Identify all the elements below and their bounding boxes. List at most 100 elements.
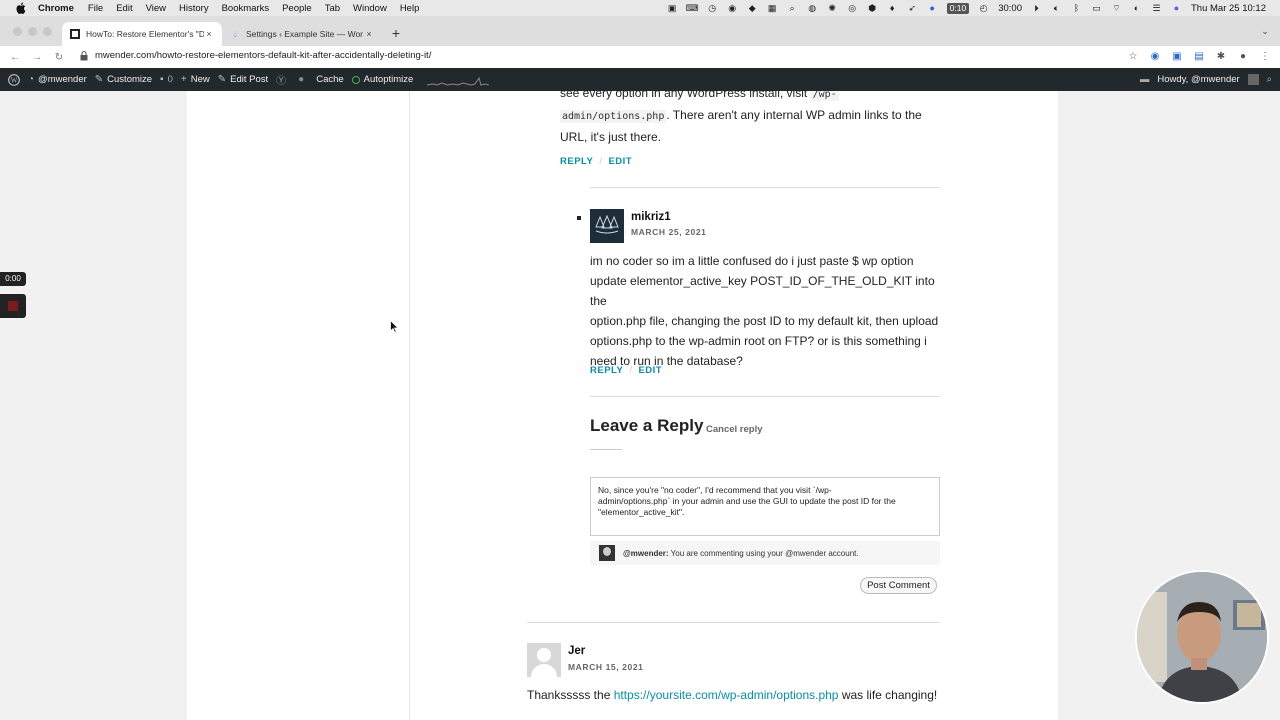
wp-edit-post[interactable]: ✎ Edit Post xyxy=(218,74,268,85)
recording-badge[interactable]: 0:10 xyxy=(946,2,970,14)
webcam-overlay xyxy=(1135,570,1269,704)
tab-close-icon[interactable]: × xyxy=(204,29,214,39)
seo-status-dot-icon[interactable]: ● xyxy=(298,74,308,85)
back-icon[interactable]: ← xyxy=(8,50,22,64)
comment-author[interactable]: mikriz1 xyxy=(631,211,671,223)
comment-date[interactable]: MARCH 25, 2021 xyxy=(631,227,706,237)
menu-people[interactable]: People xyxy=(282,3,312,14)
doc-ext-icon[interactable]: ▤ xyxy=(1192,49,1206,63)
puzzle-extensions-icon[interactable]: ✱ xyxy=(1214,49,1228,63)
menu-app-chrome[interactable]: Chrome xyxy=(38,3,74,14)
menu-tab[interactable]: Tab xyxy=(325,3,340,14)
menu-file[interactable]: File xyxy=(88,3,103,14)
comment-date[interactable]: MARCH 15, 2021 xyxy=(568,662,643,672)
box-icon[interactable]: ⬢ xyxy=(867,3,878,13)
app-blue-icon[interactable]: ● xyxy=(927,3,938,13)
battery-icon[interactable]: ▭ xyxy=(1091,3,1102,13)
wp-site-name[interactable]: ◔ @mwender xyxy=(28,74,87,85)
time-machine-icon[interactable]: ◷ xyxy=(707,3,718,13)
recorder-stop-button[interactable] xyxy=(0,294,26,318)
menu-history[interactable]: History xyxy=(179,3,209,14)
menu-bar-tray: ▣ ⌨ ◷ ◉ ◆ ▦ ⌕ ◍ ✺ ◎ ⬢ ♦ ➶ ● 0:10 ◴ 30:00… xyxy=(667,0,1266,16)
play-icon[interactable]: ⏵ xyxy=(1031,3,1042,13)
pencil-icon: ✎ xyxy=(217,74,227,85)
search-icon[interactable]: ⌕ xyxy=(1267,74,1272,85)
post-comment-button[interactable]: Post Comment xyxy=(860,577,937,594)
wp-admin-bar: W ◔ @mwender ✎ Customize ▪ 0 + New ✎ Edi… xyxy=(0,68,1280,91)
apple-icon[interactable] xyxy=(14,2,28,14)
menu-bookmarks[interactable]: Bookmarks xyxy=(222,3,270,14)
site-favicon-icon xyxy=(70,29,80,39)
tree-logo-icon xyxy=(595,215,619,234)
grid-icon[interactable]: ▦ xyxy=(767,3,778,13)
dropbox-icon[interactable]: ◆ xyxy=(747,3,758,13)
address-bar-url[interactable]: mwender.com/howto-restore-elementors-def… xyxy=(95,50,431,61)
wp-cache[interactable]: Cache xyxy=(316,74,343,85)
menu-edit[interactable]: Edit xyxy=(116,3,132,14)
drop-icon[interactable]: ♦ xyxy=(887,3,898,13)
wp-autoptimize[interactable]: Autoptimize xyxy=(351,74,413,85)
comment-author[interactable]: Jer xyxy=(568,645,585,657)
lock-icon[interactable] xyxy=(80,51,88,63)
plus-icon: + xyxy=(180,74,187,85)
tab-title: Settings ‹ Example Site — Wor xyxy=(246,29,363,39)
stats-sparkline-icon[interactable] xyxy=(427,74,490,86)
reload-icon[interactable]: ↻ xyxy=(52,50,66,64)
tab-settings[interactable]: 💧︎ Settings ‹ Example Site — Wor × xyxy=(222,22,382,46)
wp-comments[interactable]: ▪ 0 xyxy=(160,74,173,85)
profile-avatar-icon[interactable]: ● xyxy=(1236,49,1250,63)
bluetooth-icon[interactable]: ᛒ xyxy=(1071,3,1082,13)
timer-icon[interactable]: ◴ xyxy=(978,3,989,13)
onepassword-icon[interactable]: ◎ xyxy=(847,3,858,13)
menu-help[interactable]: Help xyxy=(400,3,420,14)
window-minimize-button[interactable] xyxy=(28,27,37,36)
chrome-menu-icon[interactable]: ⋮ xyxy=(1258,49,1272,63)
yoast-icon[interactable]: Ⓨ xyxy=(276,72,290,87)
notes-icon[interactable]: ▣ xyxy=(667,3,678,13)
notifications-icon[interactable]: ▬ xyxy=(1140,74,1150,85)
stop-icon xyxy=(8,301,18,311)
comment-textarea[interactable]: No, since you're "no coder", I'd recomme… xyxy=(590,477,940,536)
chat-ext-icon[interactable]: ▣ xyxy=(1170,49,1184,63)
timer-text[interactable]: 30:00 xyxy=(998,3,1022,14)
user-icon[interactable]: ◐ xyxy=(1131,3,1142,13)
menu-window[interactable]: Window xyxy=(353,3,387,14)
commenter-avatar[interactable] xyxy=(590,209,624,243)
new-tab-button[interactable]: + xyxy=(389,26,403,40)
siri-icon[interactable]: ● xyxy=(1171,3,1182,13)
window-close-button[interactable] xyxy=(13,27,22,36)
gear-icon[interactable]: ✺ xyxy=(827,3,838,13)
wp-customize[interactable]: ✎ Customize xyxy=(95,74,152,85)
column-divider xyxy=(409,91,410,720)
tab-close-icon[interactable]: × xyxy=(364,29,374,39)
tab-search-icon[interactable]: ⌄ xyxy=(1258,26,1272,40)
control-center-icon[interactable]: ☰ xyxy=(1151,3,1162,13)
reply-link[interactable]: REPLY xyxy=(590,365,623,376)
wifi-icon[interactable]: ⌔ xyxy=(1111,3,1122,13)
circle-icon[interactable]: ◍ xyxy=(807,3,818,13)
howdy-user[interactable]: Howdy, @mwender xyxy=(1157,74,1239,85)
menu-view[interactable]: View xyxy=(146,3,166,14)
comment-actions: REPLY / EDIT xyxy=(590,365,663,376)
options-link[interactable]: https://yoursite.com/wp-admin/options.ph… xyxy=(614,688,839,702)
chrome-extension-icon[interactable]: ◉ xyxy=(727,3,738,13)
keyboard-icon[interactable]: ⌨ xyxy=(686,3,699,13)
tab-howto-restore[interactable]: HowTo: Restore Elementor's "D × xyxy=(62,22,222,46)
cancel-reply-link[interactable]: Cancel reply xyxy=(706,424,763,435)
window-zoom-button[interactable] xyxy=(43,27,52,36)
wp-logo-icon[interactable]: W xyxy=(8,73,20,86)
onepassword-ext-icon[interactable]: ◉ xyxy=(1148,49,1162,63)
forward-icon[interactable]: → xyxy=(30,50,44,64)
rocket-icon[interactable]: ➶ xyxy=(907,3,918,13)
wp-new[interactable]: + New xyxy=(181,74,210,85)
user-avatar[interactable] xyxy=(1247,74,1259,85)
content-area xyxy=(187,91,1058,720)
volume-icon[interactable]: 🔈︎ xyxy=(1051,3,1062,13)
edit-link[interactable]: EDIT xyxy=(638,365,662,376)
reply-link[interactable]: REPLY xyxy=(560,156,593,167)
menu-clock[interactable]: Thu Mar 25 10:12 xyxy=(1191,3,1266,14)
edit-link[interactable]: EDIT xyxy=(608,156,632,167)
default-avatar[interactable] xyxy=(527,643,561,677)
search-icon[interactable]: ⌕ xyxy=(787,3,798,13)
bookmark-star-icon[interactable]: ☆ xyxy=(1126,49,1140,63)
